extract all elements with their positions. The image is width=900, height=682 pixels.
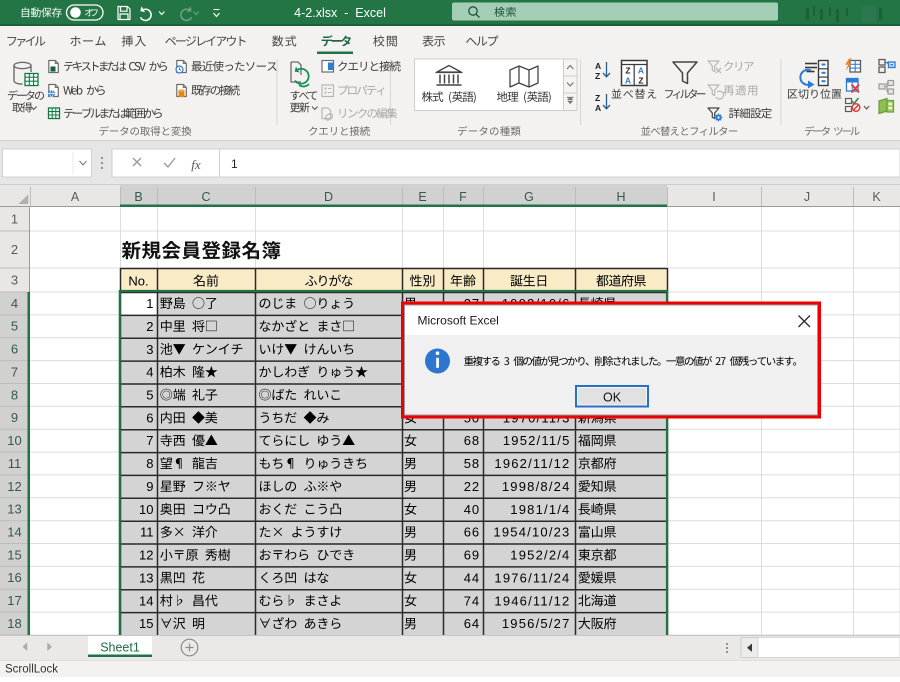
svg-text:1952/2/4: 1952/2/4 bbox=[510, 548, 570, 563]
svg-text:B: B bbox=[134, 190, 142, 204]
svg-text:9: 9 bbox=[11, 410, 18, 425]
svg-text:1: 1 bbox=[231, 157, 238, 171]
svg-text:18: 18 bbox=[7, 616, 21, 631]
svg-text:1998/8/24: 1998/8/24 bbox=[502, 479, 571, 494]
svg-text:K: K bbox=[872, 190, 881, 204]
svg-text:2: 2 bbox=[146, 319, 153, 334]
svg-text:A: A bbox=[71, 190, 80, 204]
svg-text:1981/1/4: 1981/1/4 bbox=[510, 502, 570, 517]
svg-text:15: 15 bbox=[7, 547, 21, 562]
svg-text:C: C bbox=[201, 190, 210, 204]
svg-text:8: 8 bbox=[11, 387, 18, 402]
svg-text:68: 68 bbox=[464, 433, 480, 448]
svg-text:22: 22 bbox=[464, 479, 480, 494]
svg-text:2: 2 bbox=[11, 242, 18, 257]
svg-text:16: 16 bbox=[7, 570, 21, 585]
svg-text:66: 66 bbox=[464, 525, 480, 540]
svg-text:H: H bbox=[616, 190, 625, 204]
svg-text:6: 6 bbox=[146, 410, 153, 425]
svg-text:1946/11/12: 1946/11/12 bbox=[494, 593, 570, 608]
svg-text:OK: OK bbox=[603, 391, 622, 405]
svg-text:fx: fx bbox=[191, 157, 201, 172]
svg-text:1952/11/5: 1952/11/5 bbox=[503, 433, 571, 448]
svg-text:E: E bbox=[418, 190, 426, 204]
svg-text:1: 1 bbox=[146, 296, 153, 311]
svg-text:I: I bbox=[712, 190, 715, 204]
svg-text:Sheet1: Sheet1 bbox=[100, 641, 140, 655]
svg-text:G: G bbox=[524, 190, 534, 204]
svg-text:13: 13 bbox=[139, 570, 153, 585]
svg-text:4: 4 bbox=[146, 365, 153, 380]
svg-text:10: 10 bbox=[7, 433, 21, 448]
svg-text:44: 44 bbox=[464, 570, 480, 585]
svg-text:15: 15 bbox=[139, 616, 153, 631]
svg-text:A: A bbox=[595, 103, 601, 113]
svg-text:4-2.xlsx - Excel: 4-2.xlsx - Excel bbox=[294, 6, 386, 20]
svg-text:1962/11/12: 1962/11/12 bbox=[494, 456, 570, 471]
svg-text:1: 1 bbox=[11, 211, 18, 226]
svg-text:Z: Z bbox=[638, 76, 643, 86]
svg-text:12: 12 bbox=[7, 479, 21, 494]
svg-text:58: 58 bbox=[464, 456, 480, 471]
svg-text:7: 7 bbox=[146, 433, 153, 448]
svg-text:Z: Z bbox=[625, 66, 630, 76]
svg-text:69: 69 bbox=[464, 548, 480, 563]
svg-text:13: 13 bbox=[7, 502, 21, 517]
svg-text:Microsoft Excel: Microsoft Excel bbox=[418, 314, 499, 328]
svg-text:12: 12 bbox=[139, 548, 153, 563]
svg-text:A: A bbox=[595, 61, 601, 71]
svg-text:5: 5 bbox=[11, 319, 18, 334]
svg-text:1954/10/23: 1954/10/23 bbox=[493, 525, 570, 540]
svg-text:Z: Z bbox=[595, 71, 600, 81]
svg-text:F: F bbox=[459, 190, 467, 204]
svg-text:11: 11 bbox=[140, 525, 154, 540]
svg-text:9: 9 bbox=[146, 479, 153, 494]
svg-text:A: A bbox=[638, 66, 644, 76]
svg-text:J: J bbox=[804, 190, 810, 204]
svg-text:5: 5 bbox=[146, 388, 153, 403]
svg-text:3: 3 bbox=[11, 272, 18, 287]
svg-text:64: 64 bbox=[464, 616, 480, 631]
svg-text:10: 10 bbox=[139, 502, 153, 517]
svg-text:1976/11/24: 1976/11/24 bbox=[494, 570, 570, 585]
svg-text:6: 6 bbox=[11, 342, 18, 357]
svg-text:17: 17 bbox=[7, 593, 21, 608]
svg-text:1956/5/27: 1956/5/27 bbox=[502, 616, 571, 631]
svg-text:Z: Z bbox=[595, 93, 600, 103]
svg-text:8: 8 bbox=[146, 456, 153, 471]
svg-text:A: A bbox=[625, 76, 631, 86]
svg-text:11: 11 bbox=[8, 456, 22, 471]
svg-text:ScrollLock: ScrollLock bbox=[5, 664, 58, 676]
svg-text:3: 3 bbox=[146, 342, 153, 357]
svg-text:40: 40 bbox=[464, 502, 480, 517]
svg-text:D: D bbox=[324, 190, 333, 204]
svg-text:14: 14 bbox=[139, 593, 153, 608]
svg-text:4: 4 bbox=[11, 296, 18, 311]
svg-text:No.: No. bbox=[128, 274, 148, 289]
svg-text:7: 7 bbox=[11, 364, 18, 379]
svg-text:14: 14 bbox=[7, 525, 21, 540]
svg-text:74: 74 bbox=[464, 593, 480, 608]
